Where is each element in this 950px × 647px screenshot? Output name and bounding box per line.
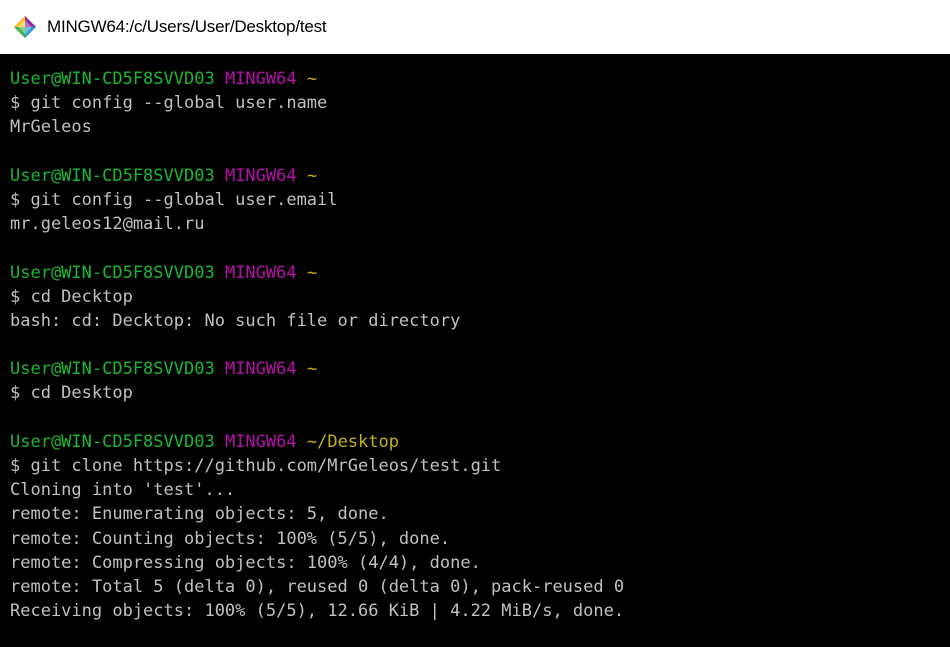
- prompt-host: MINGW64: [224, 165, 297, 186]
- output-line: bash: cd: Decktop: No such file or direc…: [10, 310, 461, 331]
- prompt-path: ~: [306, 69, 318, 89]
- command-line: $ git config --global user.name: [10, 93, 328, 114]
- prompt-user: User@WIN-CD5F8SVVD03: [10, 165, 215, 186]
- prompt-path: ~/Desktop: [306, 431, 399, 452]
- prompt-path: ~: [306, 165, 318, 186]
- prompt-host: MINGW64: [224, 359, 297, 380]
- prompt-user: User@WIN-CD5F8SVVD03: [10, 359, 215, 380]
- terminal-window[interactable]: MINGW64:/c/Users/User/Desktop/test User@…: [0, 0, 950, 647]
- prompt-line: User@WIN-CD5F8SVVD03 MINGW64 ~: [10, 357, 940, 381]
- title-bar[interactable]: MINGW64:/c/Users/User/Desktop/test: [0, 0, 950, 54]
- prompt-user: User@WIN-CD5F8SVVD03: [10, 431, 215, 452]
- prompt-host: MINGW64: [224, 431, 297, 452]
- command-line: $ git clone https://github.com/MrGeleos/…: [10, 456, 502, 476]
- output-line: remote: Total 5 (delta 0), reused 0 (del…: [10, 576, 625, 597]
- prompt-host: MINGW64: [224, 262, 297, 283]
- output-line: Receiving objects: 100% (5/5), 12.66 KiB…: [10, 601, 625, 622]
- output-line: remote: Counting objects: 100% (5/5), do…: [10, 528, 451, 549]
- prompt-host: MINGW64: [224, 69, 297, 89]
- prompt-user: User@WIN-CD5F8SVVD03: [10, 69, 215, 89]
- git-bash-icon[interactable]: [13, 15, 37, 39]
- window-title: MINGW64:/c/Users/User/Desktop/test: [47, 17, 327, 36]
- terminal-output[interactable]: User@WIN-CD5F8SVVD03 MINGW64 ~ $ git conf…: [10, 67, 940, 637]
- output-line: remote: Compressing objects: 100% (4/4),…: [10, 552, 481, 573]
- output-line: remote: Enumerating objects: 5, done.: [10, 504, 389, 525]
- prompt-line: User@WIN-CD5F8SVVD03 MINGW64 ~: [10, 67, 940, 91]
- command-line: $ cd Decktop: [10, 286, 133, 307]
- prompt-line: User@WIN-CD5F8SVVD03 MINGW64 ~/Desktop: [10, 430, 940, 454]
- command-line: $ git config --global user.email: [10, 189, 338, 210]
- output-line: Cloning into 'test'...: [10, 480, 236, 501]
- output-line: MrGeleos: [10, 117, 92, 138]
- prompt-user: User@WIN-CD5F8SVVD03: [10, 262, 215, 283]
- prompt-path: ~: [306, 359, 318, 380]
- prompt-path: ~: [306, 262, 318, 283]
- prompt-line: User@WIN-CD5F8SVVD03 MINGW64 ~: [10, 261, 940, 285]
- prompt-line: User@WIN-CD5F8SVVD03 MINGW64 ~: [10, 164, 940, 188]
- output-line: mr.geleos12@mail.ru: [10, 214, 205, 235]
- command-line: $ cd Desktop: [10, 383, 133, 404]
